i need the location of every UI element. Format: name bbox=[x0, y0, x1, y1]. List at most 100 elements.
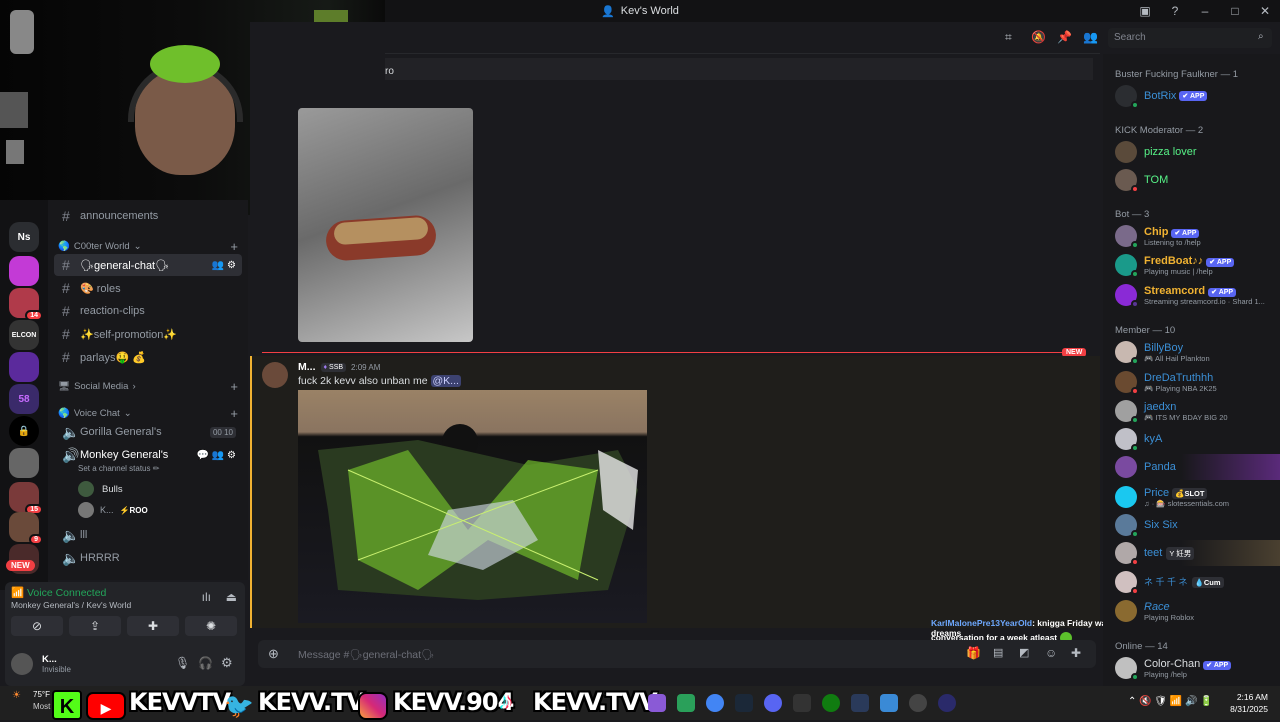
message-image-hotdog[interactable] bbox=[298, 108, 473, 342]
emoji-icon[interactable]: ☺ bbox=[1045, 646, 1057, 660]
member-color-chan[interactable]: Color-Chan ✔ APP Playing /help bbox=[1115, 655, 1280, 681]
activities-button[interactable]: ✚ bbox=[127, 616, 179, 636]
channel-reaction-clips[interactable]: # reaction-clips bbox=[54, 300, 242, 322]
member-six-six[interactable]: Six Six bbox=[1115, 512, 1280, 538]
user-mention[interactable]: @K... bbox=[430, 375, 461, 387]
category-cooter[interactable]: 🌎 C00ter World ⌄ bbox=[58, 241, 142, 252]
voice-channel-hrrrr[interactable]: 🔈 HRRRR bbox=[54, 547, 242, 569]
channel-status[interactable]: Set a channel status ✏ bbox=[78, 464, 159, 473]
channel-settings-icons[interactable]: 💬 👥 ⚙ bbox=[197, 450, 236, 461]
weather-icon[interactable]: ☀ bbox=[12, 690, 21, 701]
server-purple[interactable] bbox=[9, 256, 39, 286]
member-list-icon[interactable]: 👥 bbox=[1083, 30, 1098, 44]
member-panda[interactable]: Panda bbox=[1115, 454, 1280, 480]
taskbar-app-icon-6[interactable] bbox=[938, 694, 956, 712]
sticker-icon[interactable]: ◩ bbox=[1019, 646, 1029, 659]
add-channel-icon[interactable]: + bbox=[230, 239, 238, 254]
inbox-icon[interactable]: ▣ bbox=[1130, 0, 1160, 22]
avatar[interactable] bbox=[11, 653, 33, 675]
voice-location[interactable]: Monkey General's / Kev's World bbox=[11, 600, 131, 610]
server-wolf[interactable] bbox=[9, 448, 39, 478]
taskbar-app-icon-5[interactable] bbox=[880, 694, 898, 712]
message-input[interactable]: Message #🗣general-chat🗣 bbox=[298, 648, 434, 661]
channel-general-chat[interactable]: # 🗣general-chat🗣 👥 ⚙ bbox=[54, 254, 242, 276]
minimize-button[interactable]: – bbox=[1190, 0, 1220, 22]
server-photo[interactable]: 15 bbox=[9, 482, 43, 515]
chrome-icon[interactable] bbox=[706, 694, 724, 712]
server-lock[interactable]: 🔒 bbox=[9, 416, 39, 446]
avatar[interactable] bbox=[262, 362, 288, 388]
voice-channel-gorilla[interactable]: 🔈 Gorilla General's 00 10 bbox=[54, 421, 242, 443]
channel-parlays[interactable]: # parlays🤑 💰 bbox=[54, 346, 242, 368]
clock-date[interactable]: 8/31/2025 bbox=[1218, 704, 1268, 714]
member-price[interactable]: Price 💰SLOT ♫ · 🎰 slotessentials.com bbox=[1115, 484, 1280, 510]
member-9[interactable]: ネ 千 千 ネ 💧Cum bbox=[1115, 569, 1280, 595]
channel-announcements[interactable]: # announcements bbox=[54, 205, 242, 227]
category-social[interactable]: 🖥 Social Media › bbox=[58, 381, 136, 392]
avatar bbox=[1115, 571, 1139, 595]
taskbar-app-icon-1[interactable] bbox=[648, 694, 666, 712]
category-voice[interactable]: 🌎 Voice Chat ⌄ bbox=[58, 408, 132, 419]
weather-temp[interactable]: 75°F bbox=[33, 690, 50, 699]
taskbar-app-icon-2[interactable] bbox=[677, 694, 695, 712]
voice-channel-lll[interactable]: 🔈 lll bbox=[54, 524, 242, 546]
threads-icon[interactable]: ⌗ bbox=[1005, 30, 1012, 45]
microphone-icon[interactable]: 🎙 bbox=[175, 656, 190, 670]
xbox-icon[interactable] bbox=[822, 694, 840, 712]
apps-icon[interactable]: ✚ bbox=[1071, 646, 1081, 660]
help-icon[interactable]: ? bbox=[1160, 0, 1190, 22]
soundboard-button[interactable]: ✺ bbox=[185, 616, 237, 636]
clock-time[interactable]: 2:16 AM bbox=[1228, 692, 1268, 702]
server-58[interactable]: 58 bbox=[9, 384, 39, 414]
app-tag: ✔ APP bbox=[1179, 91, 1208, 101]
add-channel-icon[interactable]: + bbox=[230, 379, 238, 394]
add-channel-icon[interactable]: + bbox=[230, 406, 238, 421]
member-name: Streamcord bbox=[1144, 284, 1206, 297]
system-tray-icons[interactable]: ⌃ 🔇 🛡 📶 🔊 🔋 bbox=[1128, 696, 1213, 707]
member-jaedxn[interactable]: jaedxn 🎮 ITS MY BDAY BIG 20 bbox=[1115, 398, 1280, 424]
close-button[interactable]: ✕ bbox=[1250, 0, 1280, 22]
member-tom[interactable]: TOM bbox=[1115, 167, 1280, 193]
member-teet[interactable]: teet Y 妊男 bbox=[1115, 540, 1280, 566]
headphones-icon[interactable]: 🎧 bbox=[198, 656, 213, 670]
member-dredatruthhh[interactable]: DreDaTruthhh 🎮 Playing NBA 2K25 bbox=[1115, 369, 1280, 395]
voice-user-k[interactable]: K... ⚡ROO bbox=[78, 502, 148, 518]
camera-off-button[interactable]: ⊘ bbox=[11, 616, 63, 636]
member-billyboy[interactable]: BillyBoy 🎮 All Hail Plankton bbox=[1115, 339, 1280, 365]
channel-roles[interactable]: # 🎨 roles bbox=[54, 277, 242, 299]
member-fredboat[interactable]: FredBoat♪♪ ✔ APP Playing music | /help bbox=[1115, 252, 1280, 278]
channel-settings-icons[interactable]: 👥 ⚙ bbox=[212, 260, 236, 271]
channel-self-promotion[interactable]: # ✨self-promotion✨ bbox=[54, 323, 242, 345]
server-photo-2[interactable]: 9 bbox=[9, 512, 43, 545]
voice-channel-monkey[interactable]: 🔊 Monkey General's 💬 👥 ⚙ bbox=[54, 444, 242, 466]
add-attachment-icon[interactable]: ⊕ bbox=[268, 646, 279, 662]
message-image-broken-screen[interactable] bbox=[298, 390, 647, 623]
settings-gear-icon[interactable]: ⚙ bbox=[221, 655, 233, 671]
server-ns[interactable]: Ns bbox=[9, 222, 39, 252]
message-author[interactable]: M... bbox=[298, 361, 316, 373]
maximize-button[interactable]: □ bbox=[1220, 0, 1250, 22]
server-violet[interactable] bbox=[9, 352, 39, 382]
screenshare-button[interactable]: ⇪ bbox=[69, 616, 121, 636]
noise-suppression-icon[interactable]: ılı bbox=[202, 590, 211, 604]
taskbar-app-icon-3[interactable] bbox=[793, 694, 811, 712]
server-elcon[interactable]: ELCON bbox=[9, 320, 39, 350]
member-chip[interactable]: Chip ✔ APP Listening to /help bbox=[1115, 223, 1280, 249]
member-race[interactable]: Race Playing Roblox bbox=[1115, 598, 1280, 624]
search-input[interactable]: Search bbox=[1108, 28, 1272, 48]
disconnect-icon[interactable]: ⏏ bbox=[226, 590, 237, 604]
mute-bell-icon[interactable]: 🔕 bbox=[1031, 30, 1046, 44]
member-streamcord[interactable]: Streamcord ✔ APP Streaming streamcord.io ·… bbox=[1115, 282, 1280, 308]
obs-icon[interactable] bbox=[909, 694, 927, 712]
steam-icon[interactable] bbox=[735, 694, 753, 712]
member-pizza-lover[interactable]: pizza lover bbox=[1115, 139, 1280, 165]
discord-icon[interactable] bbox=[764, 694, 782, 712]
pin-icon[interactable]: 📌 bbox=[1057, 30, 1072, 44]
taskbar-app-icon-4[interactable] bbox=[851, 694, 869, 712]
gif-icon[interactable]: ▤ bbox=[993, 646, 1003, 659]
member-kya[interactable]: kyA bbox=[1115, 426, 1280, 452]
member-botrix[interactable]: BotRix ✔ APP bbox=[1115, 83, 1280, 109]
gift-icon[interactable]: 🎁 bbox=[966, 646, 981, 660]
server-red[interactable]: 14 bbox=[9, 288, 43, 321]
voice-user-bulls[interactable]: Bulls bbox=[78, 481, 123, 497]
